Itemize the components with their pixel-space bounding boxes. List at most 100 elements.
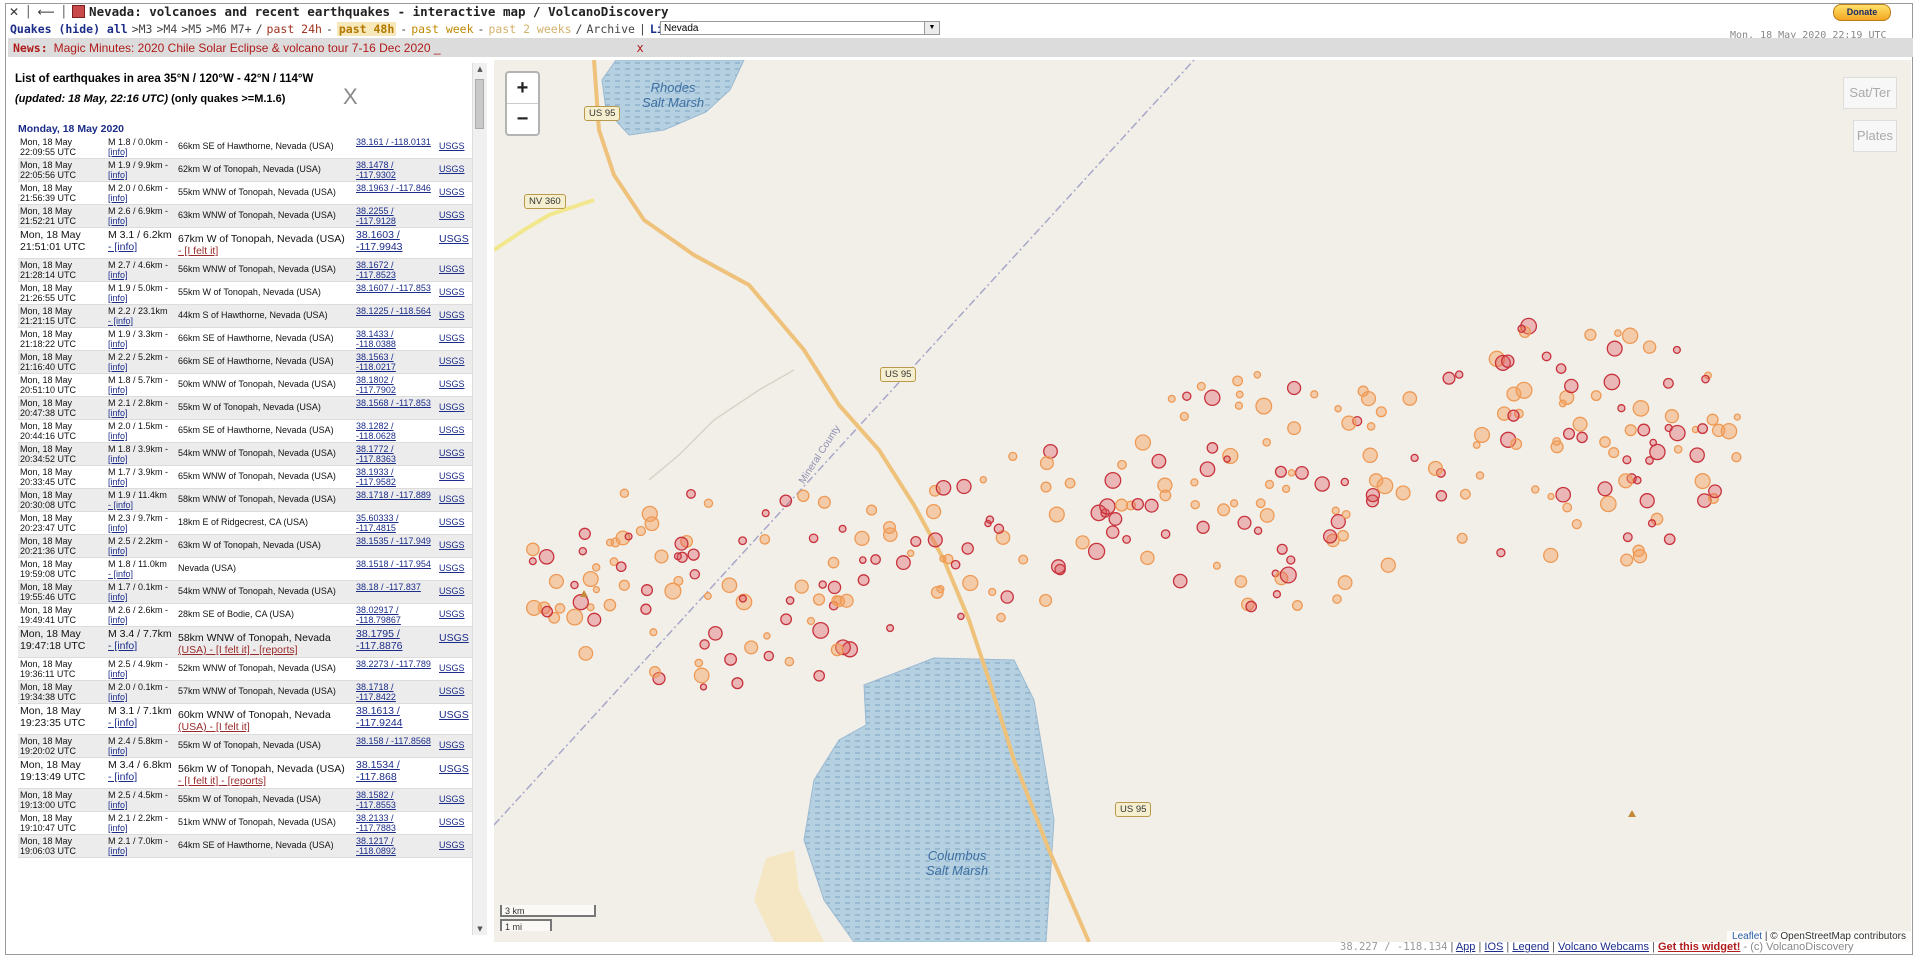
app-link[interactable]: App bbox=[1456, 941, 1476, 953]
usgs-link[interactable]: USGS bbox=[439, 206, 469, 220]
filter-m6[interactable]: >M6 bbox=[206, 22, 227, 36]
info-link[interactable]: [info] bbox=[108, 523, 128, 533]
usgs-link[interactable]: USGS bbox=[439, 736, 469, 750]
filter-m3[interactable]: >M3 bbox=[132, 22, 153, 36]
info-link[interactable]: [info] bbox=[108, 692, 128, 702]
quake-coordinates-link[interactable]: 38.02917 /-118.79867 bbox=[356, 605, 439, 625]
table-row[interactable]: Mon, 18 May 19:47:18 UTC M 3.4 / 7.7km - [i… bbox=[18, 627, 473, 658]
ios-link[interactable]: IOS bbox=[1484, 941, 1503, 953]
usgs-link[interactable]: USGS bbox=[439, 421, 469, 435]
info-link[interactable]: [info] bbox=[108, 216, 128, 226]
table-row[interactable]: Mon, 18 May 19:23:35 UTC M 3.1 / 7.1km - [i… bbox=[18, 704, 473, 735]
table-row[interactable]: Mon, 18 May 21:56:39 UTC M 2.0 / 0.6km - [i… bbox=[18, 182, 473, 205]
usgs-link[interactable]: USGS bbox=[439, 582, 469, 596]
info-link[interactable]: [info] bbox=[108, 746, 128, 756]
quake-coordinates-link[interactable]: 38.1535 / -117.949 bbox=[356, 536, 439, 546]
quake-coordinates-link[interactable]: 38.1282 /-118.0628 bbox=[356, 421, 439, 441]
webcams-link[interactable]: Volcano Webcams bbox=[1558, 941, 1649, 953]
quake-coordinates-link[interactable]: 38.1718 /-117.8422 bbox=[356, 682, 439, 702]
chevron-down-icon[interactable]: ▼ bbox=[924, 22, 939, 34]
info-link[interactable]: [info] bbox=[108, 193, 128, 203]
legend-link[interactable]: Legend bbox=[1512, 941, 1549, 953]
quake-coordinates-link[interactable]: 38.1802 /-117.7902 bbox=[356, 375, 439, 395]
table-row[interactable]: Mon, 18 May 21:21:15 UTC M 2.2 / 23.1km - [… bbox=[18, 305, 473, 328]
usgs-link[interactable]: USGS bbox=[439, 306, 469, 320]
usgs-link[interactable]: USGS bbox=[439, 375, 469, 389]
usgs-link[interactable]: USGS bbox=[439, 836, 469, 850]
info-link[interactable]: [info] bbox=[108, 147, 128, 157]
map-view[interactable]: + − Sat/Ter Plates Rhodes Salt Marsh Colu… bbox=[494, 60, 1911, 942]
info-link[interactable]: [info] bbox=[108, 170, 128, 180]
filter-m7[interactable]: M7+ bbox=[231, 22, 252, 36]
quake-coordinates-link[interactable]: 38.18 / -117.837 bbox=[356, 582, 439, 592]
table-row[interactable]: Mon, 18 May 20:21:36 UTC M 2.5 / 2.2km - [i… bbox=[18, 535, 473, 558]
quake-coordinates-link[interactable]: 38.1478 /-117.9302 bbox=[356, 160, 439, 180]
info-link[interactable]: [info] bbox=[108, 408, 128, 418]
table-row[interactable]: Mon, 18 May 21:51:01 UTC M 3.1 / 6.2km - [i… bbox=[18, 228, 473, 259]
table-row[interactable]: Mon, 18 May 21:52:21 UTC M 2.6 / 6.9km - [i… bbox=[18, 205, 473, 228]
table-row[interactable]: Mon, 18 May 19:06:03 UTC M 2.1 / 7.0km - [i… bbox=[18, 835, 473, 858]
info-link[interactable]: - [info] bbox=[108, 640, 137, 652]
quake-coordinates-link[interactable]: 38.1568 / -117.853 bbox=[356, 398, 439, 408]
info-link[interactable]: [info] bbox=[108, 293, 128, 303]
quake-coordinates-link[interactable]: 38.1672 /-117.8523 bbox=[356, 260, 439, 280]
usgs-link[interactable]: USGS bbox=[439, 605, 469, 619]
info-link[interactable]: [info] bbox=[108, 546, 128, 556]
table-row[interactable]: Mon, 18 May 19:34:38 UTC M 2.0 / 0.1km - [i… bbox=[18, 681, 473, 704]
panel-close-button[interactable]: X bbox=[343, 84, 358, 110]
quake-coordinates-link[interactable]: 38.1534 /-117.868 bbox=[356, 759, 439, 783]
usgs-link[interactable]: USGS bbox=[439, 490, 469, 504]
info-link[interactable]: [info] bbox=[108, 823, 128, 833]
quakes-all-link[interactable]: Quakes (hide) all bbox=[10, 22, 128, 36]
usgs-link[interactable]: USGS bbox=[439, 283, 469, 297]
info-link[interactable]: [info] bbox=[108, 270, 128, 280]
quake-coordinates-link[interactable]: 38.161 / -118.0131 bbox=[356, 137, 439, 147]
table-row[interactable]: Mon, 18 May 21:26:55 UTC M 1.9 / 5.0km - [i… bbox=[18, 282, 473, 305]
usgs-link[interactable]: USGS bbox=[439, 682, 469, 696]
info-link[interactable]: [info] bbox=[108, 339, 128, 349]
quake-coordinates-link[interactable]: 38.1795 /-117.8876 bbox=[356, 628, 439, 652]
usgs-link[interactable]: USGS bbox=[439, 813, 469, 827]
table-row[interactable]: Mon, 18 May 19:13:49 UTC M 3.4 / 6.8km - [i… bbox=[18, 758, 473, 789]
quake-coordinates-link[interactable]: 38.1613 /-117.9244 bbox=[356, 705, 439, 729]
usgs-link[interactable]: USGS bbox=[439, 659, 469, 673]
info-link[interactable]: [info] bbox=[108, 669, 128, 679]
felt-it-link[interactable]: (USA) - [I felt it] bbox=[178, 721, 356, 733]
table-row[interactable]: Mon, 18 May 21:28:14 UTC M 2.7 / 4.6km - [i… bbox=[18, 259, 473, 282]
usgs-link[interactable]: USGS bbox=[439, 559, 469, 573]
usgs-link[interactable]: USGS bbox=[439, 352, 469, 366]
table-row[interactable]: Mon, 18 May 21:18:22 UTC M 1.9 / 3.3km - [i… bbox=[18, 328, 473, 351]
table-row[interactable]: Mon, 18 May 19:10:47 UTC M 2.1 / 2.2km - [i… bbox=[18, 812, 473, 835]
info-link[interactable]: [info] bbox=[108, 385, 128, 395]
table-row[interactable]: Mon, 18 May 19:49:41 UTC M 2.6 / 2.6km - [i… bbox=[18, 604, 473, 627]
usgs-link[interactable]: USGS bbox=[439, 513, 469, 527]
quake-coordinates-link[interactable]: 38.1582 /-117.8553 bbox=[356, 790, 439, 810]
widget-link[interactable]: Get this widget! bbox=[1658, 941, 1741, 953]
usgs-link[interactable]: USGS bbox=[439, 229, 469, 245]
filter-m4[interactable]: >M4 bbox=[156, 22, 177, 36]
quake-coordinates-link[interactable]: 38.1718 / -117.889 bbox=[356, 490, 439, 500]
info-link[interactable]: - [info] bbox=[108, 241, 137, 253]
filter-past2weeks[interactable]: past 2 weeks bbox=[488, 22, 571, 36]
filter-m5[interactable]: >M5 bbox=[181, 22, 202, 36]
info-link[interactable]: [info] bbox=[108, 800, 128, 810]
usgs-link[interactable]: USGS bbox=[439, 628, 469, 644]
usgs-link[interactable]: USGS bbox=[439, 444, 469, 458]
usgs-link[interactable]: USGS bbox=[439, 329, 469, 343]
region-select[interactable]: Nevada ▼ bbox=[660, 21, 940, 35]
scroll-up-icon[interactable]: ▲ bbox=[473, 63, 487, 75]
usgs-link[interactable]: USGS bbox=[439, 160, 469, 174]
table-row[interactable]: Mon, 18 May 20:44:16 UTC M 2.0 / 1.5km - [i… bbox=[18, 420, 473, 443]
table-row[interactable]: Mon, 18 May 20:47:38 UTC M 2.1 / 2.8km - [i… bbox=[18, 397, 473, 420]
panel-scrollbar[interactable]: ▲ ▼ bbox=[472, 63, 487, 935]
info-link[interactable]: [info] bbox=[108, 477, 128, 487]
quake-coordinates-link[interactable]: 38.2273 / -117.789 bbox=[356, 659, 439, 669]
table-row[interactable]: Mon, 18 May 22:05:56 UTC M 1.9 / 9.9km - [i… bbox=[18, 159, 473, 182]
zoom-in-button[interactable]: + bbox=[507, 73, 538, 104]
plates-button[interactable]: Plates bbox=[1853, 120, 1897, 152]
table-row[interactable]: Mon, 18 May 19:36:11 UTC M 2.5 / 4.9km - [i… bbox=[18, 658, 473, 681]
quake-coordinates-link[interactable]: 38.1603 /-117.9943 bbox=[356, 229, 439, 253]
sat-ter-button[interactable]: Sat/Ter bbox=[1843, 77, 1897, 109]
table-row[interactable]: Mon, 18 May 19:59:08 UTC M 1.8 / 11.0km - [… bbox=[18, 558, 473, 581]
table-row[interactable]: Mon, 18 May 20:51:10 UTC M 1.8 / 5.7km - [i… bbox=[18, 374, 473, 397]
